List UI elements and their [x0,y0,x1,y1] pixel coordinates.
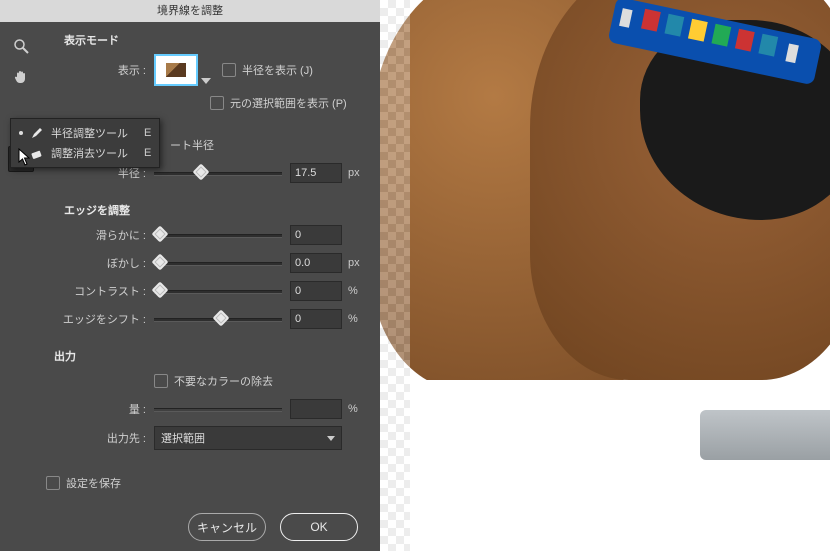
dialog-footer: キャンセル OK [0,503,380,551]
slider-smooth[interactable] [154,227,282,243]
label-shift-edge: エッジをシフト : [40,311,154,327]
flyout-item-shortcut: E [144,127,151,139]
dialog-title: 境界線を調整 [0,0,380,22]
label-feather: ぼかし : [40,255,154,271]
section-output: 出力 [54,348,372,364]
refine-edge-dialog: 境界線を調整 半径調整ツール E 調整消去ツール E [0,0,380,551]
label-contrast: コントラスト : [40,283,154,299]
view-mode-thumbnail[interactable] [154,54,198,86]
label-decontaminate: 不要なカラーの除去 [174,373,273,389]
image-content [700,410,830,460]
label-show-radius: 半径を表示 (J) [242,62,313,78]
slider-shift-edge[interactable] [154,311,282,327]
image-content [380,380,830,551]
label-amount: 量 : [40,401,154,417]
selected-dot-icon [19,131,23,135]
checkbox-show-original[interactable] [210,96,224,110]
slider-feather[interactable] [154,255,282,271]
magnifier-icon [13,38,29,54]
chevron-down-icon[interactable] [201,78,211,84]
input-amount [290,399,342,419]
label-output-to: 出力先 : [40,430,154,446]
flyout-refine-radius[interactable]: 半径調整ツール E [17,123,153,143]
brush-icon [29,125,45,141]
unit-percent: % [342,313,372,325]
label-smart-radius-partial: ート半径 [170,137,214,153]
label-smooth: 滑らかに : [40,227,154,243]
input-smooth[interactable]: 0 [290,225,342,245]
slider-contrast[interactable] [154,283,282,299]
select-output-to-value: 選択範囲 [161,430,205,446]
section-adjust-edge: エッジを調整 [64,202,372,218]
hand-icon [13,68,29,84]
label-show: 表示 : [40,62,154,78]
zoom-tool[interactable] [9,34,33,58]
flyout-erase-refinements[interactable]: 調整消去ツール E [17,143,153,163]
input-contrast[interactable]: 0 [290,281,342,301]
flyout-item-label: 半径調整ツール [51,125,128,141]
checkbox-show-radius[interactable] [222,63,236,77]
transparency-checker [380,0,410,551]
brush-tool-flyout: 半径調整ツール E 調整消去ツール E [10,118,160,168]
label-show-original: 元の選択範囲を表示 (P) [230,95,347,111]
flyout-item-shortcut: E [144,147,151,159]
chevron-down-icon [327,436,335,441]
flyout-item-label: 調整消去ツール [51,145,128,161]
input-radius[interactable]: 17.5 [290,163,342,183]
checkbox-decontaminate[interactable] [154,374,168,388]
unit-percent: % [342,285,372,297]
section-view-mode: 表示モード [64,32,372,48]
unit-px: px [342,257,372,269]
input-feather[interactable]: 0.0 [290,253,342,273]
document-canvas[interactable] [380,0,830,551]
slider-radius[interactable] [154,165,282,181]
slider-amount [154,401,282,417]
ok-button[interactable]: OK [280,513,358,541]
hand-tool[interactable] [9,64,33,88]
input-shift-edge[interactable]: 0 [290,309,342,329]
checkbox-remember-settings[interactable] [46,476,60,490]
unit-px: px [342,167,372,179]
select-output-to[interactable]: 選択範囲 [154,426,342,450]
cursor-icon [18,148,32,166]
cancel-button[interactable]: キャンセル [188,513,266,541]
label-remember-settings: 設定を保存 [66,475,121,491]
unit-percent: % [342,403,372,415]
